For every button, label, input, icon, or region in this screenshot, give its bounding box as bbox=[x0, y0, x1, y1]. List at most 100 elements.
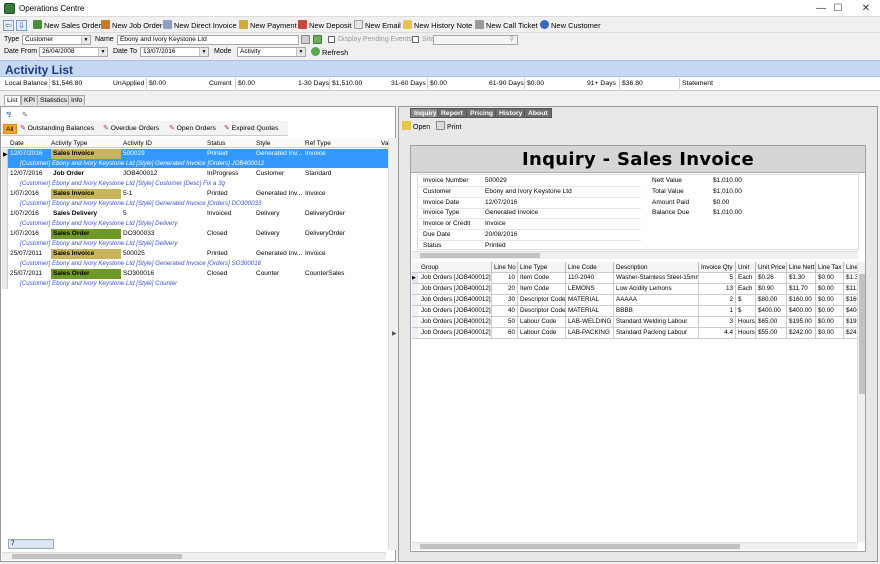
lines-col-no[interactable]: Line No bbox=[492, 262, 518, 273]
lines-col-desc[interactable]: Description bbox=[614, 262, 699, 273]
report-tab-all[interactable]: All bbox=[3, 124, 17, 134]
lines-col-tax[interactable]: Line Tax bbox=[816, 262, 844, 273]
new-deposit-button[interactable]: New Deposit bbox=[298, 20, 352, 31]
lines-col-price[interactable]: Unit Price bbox=[756, 262, 787, 273]
down-arrow-icon[interactable]: ⇩ bbox=[16, 20, 27, 31]
table-row[interactable]: 1/07/2016 Sales Order DO300033 Closed Delive… bbox=[8, 229, 392, 239]
cell-type: Sales Order bbox=[51, 269, 121, 279]
splitter-arrow-icon[interactable]: ▶ bbox=[392, 330, 398, 340]
invoice-line-row[interactable]: Job Orders [JOB400012] 40 Descriptor Code M… bbox=[412, 306, 858, 317]
col-activity-id[interactable]: Activity ID bbox=[123, 139, 152, 148]
table-row[interactable]: 1/07/2016 Sales Invoice 5-1 Printed Generate… bbox=[8, 189, 392, 199]
tab-kpi[interactable]: KPI bbox=[21, 95, 38, 105]
report-tab-outstanding[interactable]: ✎ Outstanding Balances bbox=[18, 124, 96, 134]
filter-icon[interactable]: ⅋ bbox=[6, 111, 11, 119]
scroll-thumb[interactable] bbox=[12, 554, 182, 559]
open-button[interactable]: Open bbox=[402, 121, 430, 132]
cell-style: Generated Inv... bbox=[256, 150, 302, 157]
back-arrow-icon[interactable]: ⇦ bbox=[3, 20, 14, 31]
col-activity-type[interactable]: Activity Type bbox=[51, 139, 87, 148]
table-row[interactable]: 12/07/2016 Job Order JOB400012 InProgress Cu… bbox=[8, 169, 392, 179]
col-status[interactable]: Status bbox=[207, 139, 225, 148]
row-selector[interactable] bbox=[412, 295, 418, 305]
lines-horizontal-scrollbar[interactable] bbox=[412, 542, 858, 550]
invoice-line-row[interactable]: Job Orders [JOB400012] 20 Item Code LEMONS L… bbox=[412, 284, 858, 295]
table-row[interactable]: 12/07/2016 Sales Invoice 500029 Printed Gene… bbox=[8, 149, 392, 159]
table-row[interactable]: 1/07/2016 Sales Delivery 5 Invoiced Delivery… bbox=[8, 209, 392, 219]
row-selector[interactable] bbox=[412, 328, 418, 338]
field-label: Status bbox=[423, 241, 442, 249]
tab-pricing[interactable]: Pricing bbox=[466, 108, 498, 118]
lines-col-nett[interactable]: Line Nett bbox=[787, 262, 816, 273]
new-payment-button[interactable]: New Payment bbox=[239, 20, 297, 31]
row-selector[interactable] bbox=[412, 317, 418, 327]
details-scrollbar[interactable] bbox=[412, 251, 858, 259]
invoice-line-row[interactable]: Job Orders [JOB400012] 50 Labour Code LAB-W… bbox=[412, 317, 858, 328]
scroll-thumb[interactable] bbox=[420, 253, 540, 258]
tab-list[interactable]: List bbox=[4, 95, 21, 105]
col-style[interactable]: Style bbox=[256, 139, 270, 148]
date-to-input[interactable]: 13/07/2016 ▼ bbox=[140, 47, 209, 57]
table-row[interactable]: 25/07/2011 Sales Order SO300016 Closed Count… bbox=[8, 269, 392, 279]
maximize-button[interactable]: ☐ bbox=[823, 1, 853, 16]
tab-history[interactable]: History bbox=[495, 108, 527, 118]
new-history-note-button[interactable]: New History Note bbox=[403, 20, 472, 31]
lines-col-qty[interactable]: Invoice Qty bbox=[699, 262, 736, 273]
display-pending-checkbox[interactable] bbox=[328, 36, 335, 43]
cell-ref: Invoice bbox=[305, 190, 326, 197]
vertical-scrollbar[interactable] bbox=[388, 138, 396, 550]
lines-col-group[interactable]: Group bbox=[419, 262, 492, 273]
invoice-line-row[interactable]: Job Orders [JOB400012] 60 Labour Code LAB-P… bbox=[412, 328, 858, 339]
name-input[interactable]: Ebony and Ivory Keystone Ltd bbox=[117, 35, 299, 45]
print-button[interactable]: Print bbox=[436, 121, 461, 132]
tab-about[interactable]: About bbox=[524, 108, 552, 118]
report-tab-overdue[interactable]: ✎ Overdue Orders bbox=[101, 124, 161, 134]
new-call-ticket-button[interactable]: New Call Ticket bbox=[475, 20, 538, 31]
horizontal-scrollbar[interactable] bbox=[2, 552, 386, 560]
line-cell-no: 20 bbox=[492, 284, 518, 294]
lines-col-type[interactable]: Line Type bbox=[518, 262, 566, 273]
activity-detail-row: [Customer] Ebony and Ivory Keystone Ltd … bbox=[20, 220, 178, 227]
close-button[interactable]: ✕ bbox=[851, 1, 880, 16]
tab-statistics[interactable]: Statistics bbox=[37, 95, 71, 105]
date-from-input[interactable]: 26/04/2008 ▼ bbox=[39, 47, 108, 57]
new-customer-button[interactable]: New Customer bbox=[540, 20, 601, 31]
edit-icon[interactable] bbox=[313, 35, 322, 44]
activity-detail-row: [Customer] Ebony and Ivory Keystone Ltd … bbox=[20, 280, 178, 287]
total-label: Total Value bbox=[652, 187, 684, 195]
tab-info[interactable]: Info bbox=[68, 95, 86, 105]
line-cell-nett: $400.00 bbox=[787, 306, 816, 316]
new-job-order-button[interactable]: New Job Order bbox=[101, 20, 162, 31]
new-email-button[interactable]: New Email bbox=[354, 20, 401, 31]
new-sales-order-button[interactable]: New Sales Order bbox=[33, 20, 101, 31]
line-cell-group: Job Orders [JOB400012] bbox=[421, 317, 492, 327]
line-cell-tax: $0.00 bbox=[816, 328, 844, 338]
lines-col-code[interactable]: Line Code bbox=[566, 262, 614, 273]
lines-col-unit[interactable]: Unit bbox=[736, 262, 756, 273]
new-direct-invoice-button[interactable]: New Direct Invoice bbox=[163, 20, 237, 31]
pencil-icon[interactable]: ✎ bbox=[22, 111, 28, 119]
statement-label[interactable]: Statement bbox=[679, 78, 779, 89]
table-row[interactable]: 25/07/2011 Sales Invoice 500025 Printed Gene… bbox=[8, 249, 392, 259]
scroll-thumb[interactable] bbox=[859, 274, 865, 394]
cell-date: 1/07/2016 bbox=[10, 190, 39, 197]
mode-select[interactable]: Activity ▼ bbox=[237, 47, 306, 57]
lines-col-line[interactable]: Line bbox=[844, 262, 858, 273]
tab-report[interactable]: Report bbox=[437, 108, 467, 118]
site-checkbox[interactable] bbox=[412, 36, 419, 43]
report-tab-expired[interactable]: ✎ Expired Quotes bbox=[222, 124, 280, 134]
col-ref-type[interactable]: Ref Type bbox=[305, 139, 331, 148]
report-tab-open[interactable]: ✎ Open Orders bbox=[167, 124, 218, 134]
invoice-line-row[interactable]: Job Orders [JOB400012] 30 Descriptor Code M… bbox=[412, 295, 858, 306]
lookup-icon[interactable] bbox=[301, 35, 310, 44]
row-selector[interactable]: ▶ bbox=[412, 273, 418, 283]
scroll-thumb[interactable] bbox=[420, 544, 740, 549]
refresh-button[interactable]: Refresh bbox=[311, 47, 348, 58]
invoice-line-row[interactable]: ▶ Job Orders [JOB400012] 10 Item Code 110-20… bbox=[412, 273, 858, 284]
row-selector[interactable] bbox=[412, 306, 418, 316]
lines-vertical-scrollbar[interactable] bbox=[857, 262, 865, 542]
type-select[interactable]: Customer ▼ bbox=[22, 35, 91, 45]
row-selector[interactable] bbox=[412, 284, 418, 294]
site-input[interactable]: ⚲ bbox=[433, 35, 518, 45]
col-date[interactable]: Date bbox=[10, 139, 24, 148]
